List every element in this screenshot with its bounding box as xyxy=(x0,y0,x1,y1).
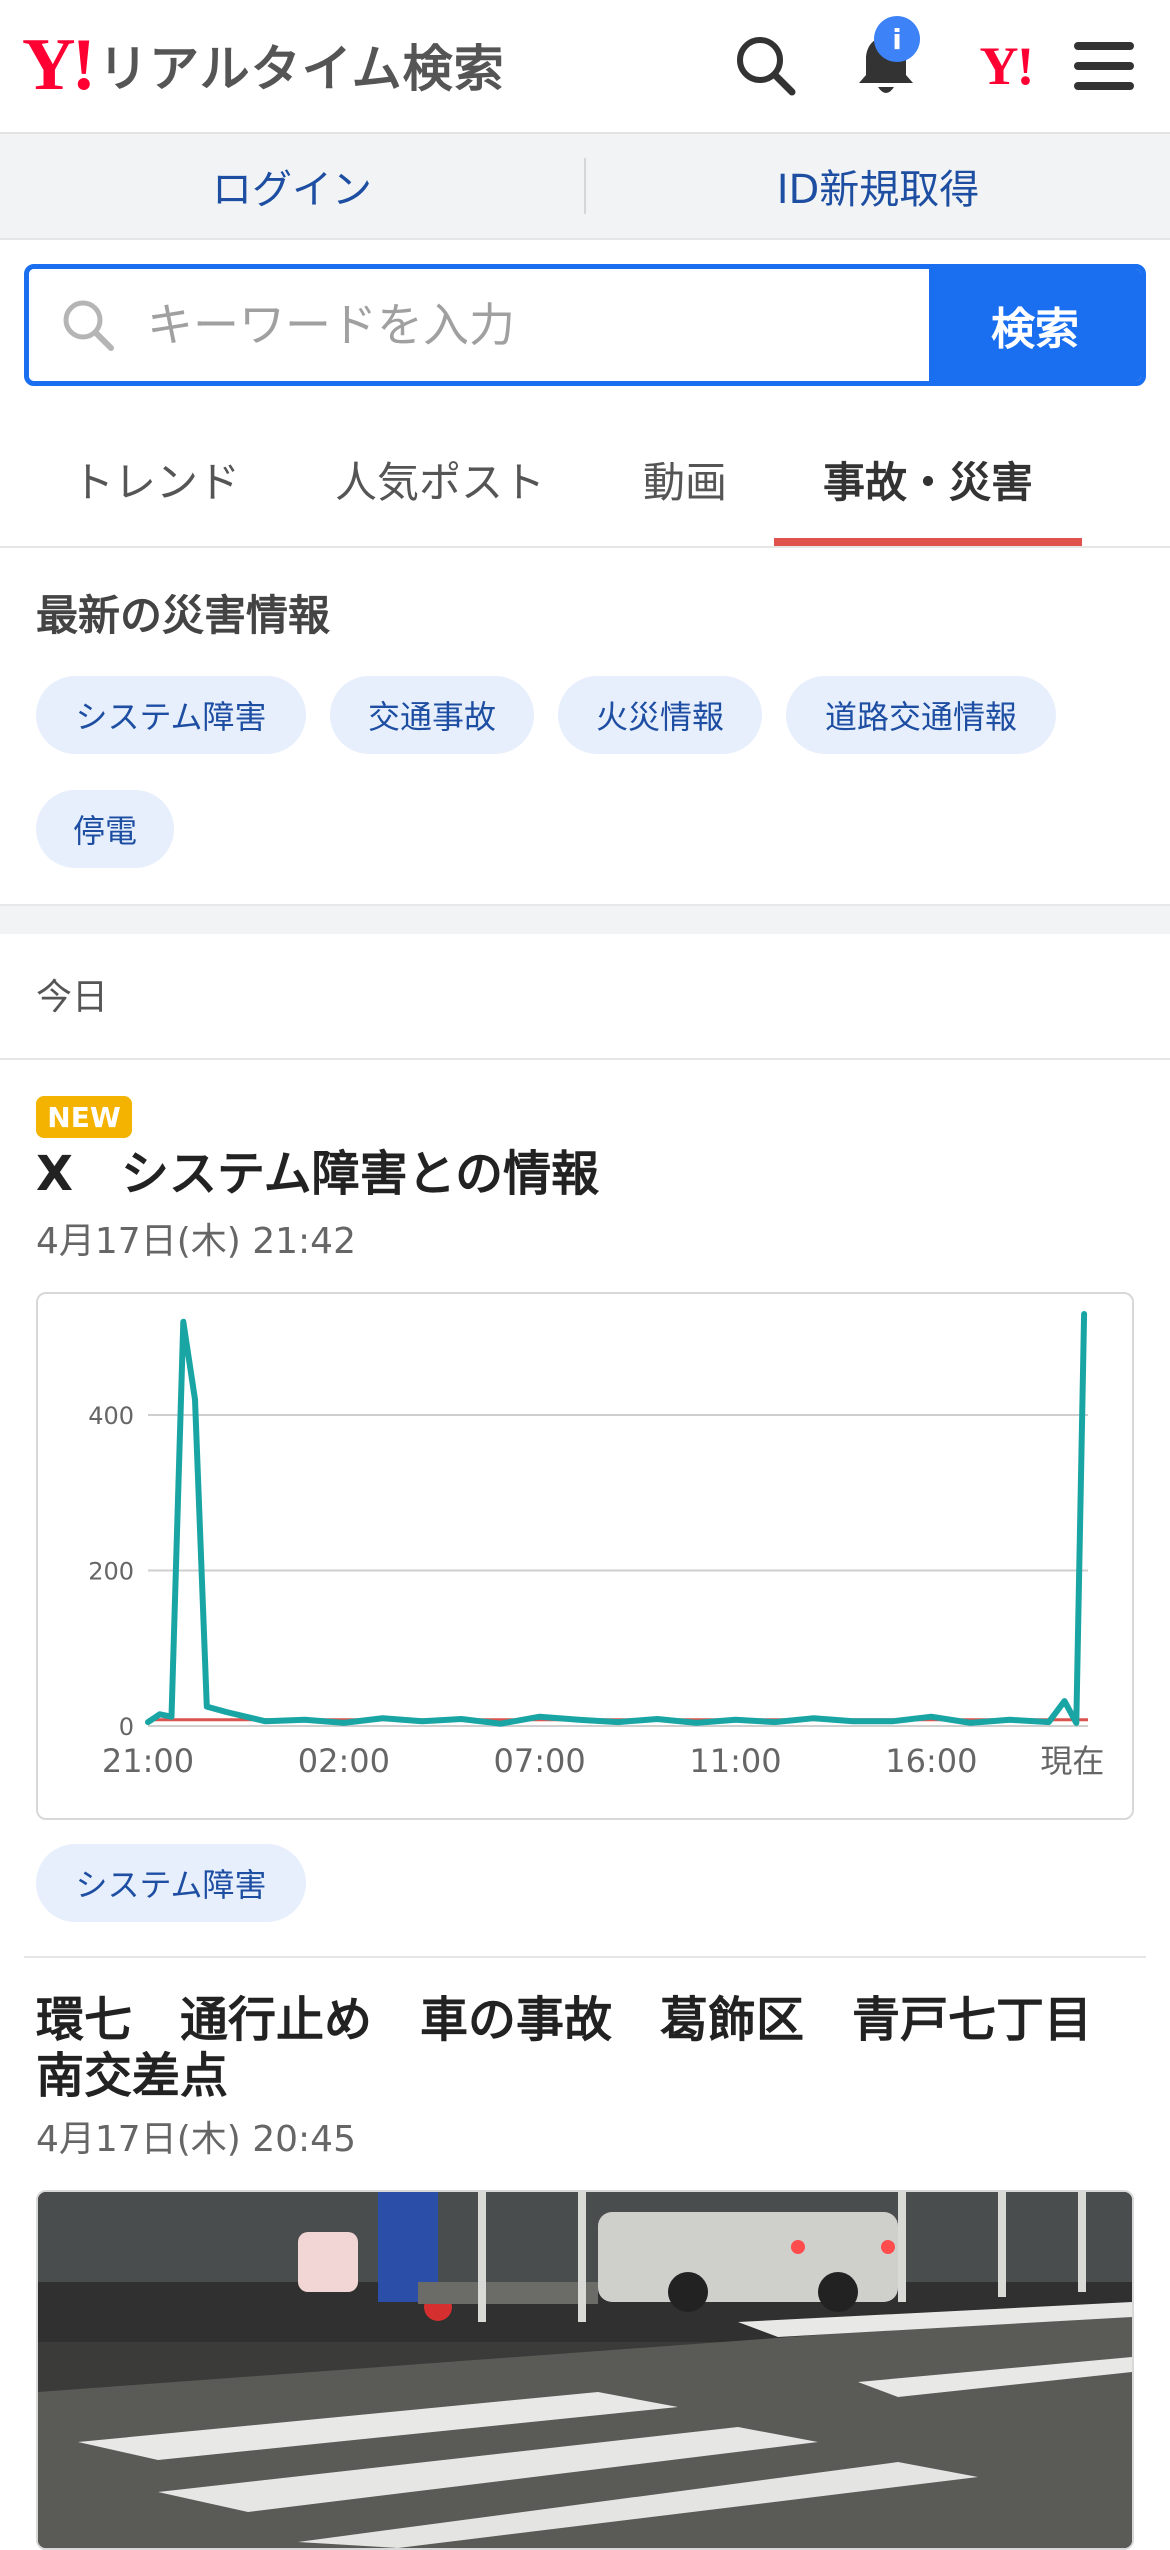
notification-bell-icon[interactable]: i xyxy=(848,16,924,104)
chart-x-tick-label: 11:00 xyxy=(689,1742,781,1780)
logo-text: リアルタイム検索 xyxy=(98,40,505,98)
chip-traffic-accident[interactable]: 交通事故 xyxy=(330,676,534,754)
article-title[interactable]: X システム障害との情報 xyxy=(36,1146,599,1202)
yahoo-logo-mark: Y! xyxy=(22,24,96,106)
tab-videos[interactable]: 動画 xyxy=(620,412,750,546)
yahoo-home-icon[interactable]: Y! xyxy=(968,28,1044,104)
chart-y-tick-label: 400 xyxy=(88,1402,134,1430)
tab-popular-posts[interactable]: 人気ポスト xyxy=(320,412,560,546)
tab-trend[interactable]: トレンド xyxy=(40,412,272,546)
chip-power-outage[interactable]: 停電 xyxy=(36,790,174,868)
category-tabs: トレンド 人気ポスト 動画 事故・災害 xyxy=(0,412,1170,548)
article-title-line: 南交差点 xyxy=(36,2048,229,2104)
chip-system-failure[interactable]: システム障害 xyxy=(36,676,306,754)
article-title-line: 環七 通行止め 車の事故 葛飾区 青戸七丁目 xyxy=(36,1992,1093,2048)
day-heading: 今日 xyxy=(36,977,109,1018)
article-date: 4月17日(木) 21:42 xyxy=(36,1221,356,1262)
section-separator xyxy=(0,904,1170,934)
chart-x-tick-label: 現在 xyxy=(1040,1742,1104,1780)
yahoo-small-mark: Y! xyxy=(979,36,1035,96)
post-volume-chart[interactable]: 0 200 400 21:00 02:00 07:00 11:00 16:00 現在 xyxy=(36,1292,1134,1820)
chip-road-traffic-info[interactable]: 道路交通情報 xyxy=(786,676,1056,754)
tab-accidents-disasters[interactable]: 事故・災害 xyxy=(774,412,1082,546)
chip-fire-info[interactable]: 火災情報 xyxy=(558,676,762,754)
search-bar: 検索 xyxy=(24,264,1146,386)
article-title[interactable]: 環七 通行止め 車の事故 葛飾区 青戸七丁目 南交差点 xyxy=(36,1992,1092,2104)
search-icon[interactable] xyxy=(728,28,804,104)
chart-series-line xyxy=(145,1311,1088,1727)
signup-link[interactable]: ID新規取得 xyxy=(586,134,1170,238)
search-field-wrapper xyxy=(29,269,929,381)
chart-x-tick-label: 16:00 xyxy=(885,1742,977,1780)
chart-y-tick-label: 200 xyxy=(88,1558,134,1586)
latest-disaster-title: 最新の災害情報 xyxy=(36,591,331,640)
notification-badge: i xyxy=(874,16,920,62)
new-badge: NEW xyxy=(36,1096,132,1138)
divider xyxy=(0,1058,1170,1060)
chart-x-tick-label: 21:00 xyxy=(102,1742,194,1780)
search-field-icon xyxy=(63,300,114,351)
accident-scene-photo[interactable] xyxy=(36,2190,1134,2550)
auth-bar: ログイン ID新規取得 xyxy=(0,134,1170,240)
chart-x-tick-label: 07:00 xyxy=(494,1742,586,1780)
search-input[interactable] xyxy=(145,297,849,353)
accident-scene-image xyxy=(38,2192,1132,2548)
article-tag-system-failure[interactable]: システム障害 xyxy=(36,1844,306,1922)
chart-x-tick-label: 02:00 xyxy=(298,1742,390,1780)
article-date: 4月17日(木) 20:45 xyxy=(36,2119,356,2160)
yahoo-realtime-logo[interactable]: Y! リアルタイム検索 xyxy=(22,24,505,106)
divider xyxy=(24,1956,1146,1958)
chart-svg: 0 200 400 21:00 02:00 07:00 11:00 16:00 現在 xyxy=(88,1311,1104,1780)
login-link[interactable]: ログイン xyxy=(0,134,584,238)
menu-icon[interactable] xyxy=(1066,28,1142,104)
search-button[interactable]: 検索 xyxy=(929,269,1141,381)
chart-y-tick-label: 0 xyxy=(119,1713,134,1741)
app-header: Y! リアルタイム検索 i Y! xyxy=(0,0,1170,134)
